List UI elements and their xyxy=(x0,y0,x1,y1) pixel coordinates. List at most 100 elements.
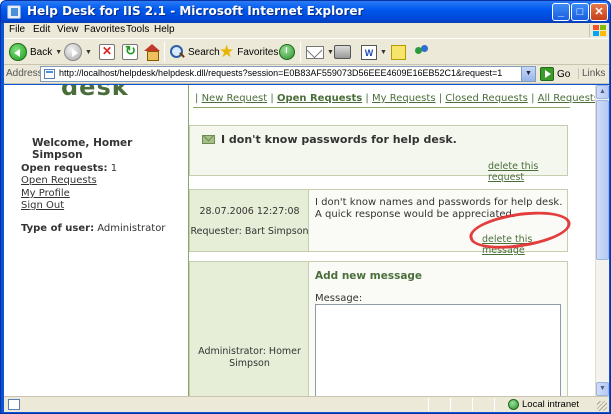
new-message-form: Administrator: Homer Simpson Add new mes… xyxy=(189,261,568,396)
nav-my-requests[interactable]: My Requests xyxy=(372,93,436,104)
menu-tools[interactable]: Tools xyxy=(126,24,149,35)
back-arrow-icon xyxy=(9,43,27,61)
menu-help[interactable]: Help xyxy=(154,24,175,35)
user-type-line: Type of user: Administrator xyxy=(21,223,165,234)
messenger-button[interactable] xyxy=(414,42,430,62)
message-requester: Requester: Bart Simpson xyxy=(190,226,309,237)
home-button[interactable] xyxy=(144,42,160,62)
toolbar: Back ▼ ▼ Search ★ Favorites xyxy=(4,38,609,65)
history-button[interactable] xyxy=(279,42,295,62)
menu-edit[interactable]: Edit xyxy=(33,24,50,35)
open-requests-count-line: Open requests: 1 xyxy=(21,163,117,174)
sidebar-link-sign-out[interactable]: Sign Out xyxy=(21,200,64,211)
forward-dropdown-icon[interactable]: ▼ xyxy=(85,49,92,56)
sidebar-link-my-profile[interactable]: My Profile xyxy=(21,188,70,199)
message-date: 28.07.2006 12:27:08 xyxy=(199,206,300,217)
links-button[interactable]: Links xyxy=(578,68,605,79)
word-edit-icon: W xyxy=(361,44,377,60)
back-label: Back xyxy=(30,46,53,58)
edit-button[interactable]: W ▼ xyxy=(361,42,387,62)
windows-logo-icon xyxy=(589,24,606,37)
nav-open-requests[interactable]: Open Requests xyxy=(277,93,362,104)
print-button[interactable] xyxy=(334,42,351,62)
user-type-label: Type of user: xyxy=(21,223,95,234)
scroll-thumb[interactable] xyxy=(596,100,609,260)
message-text-line: I don't know names and passwords for hel… xyxy=(315,197,563,208)
request-header: I don't know passwords for help desk. de… xyxy=(189,125,568,183)
go-label: Go xyxy=(557,68,571,80)
new-message-title: Add new message xyxy=(315,270,423,282)
address-input[interactable]: http://localhost/helpdesk/helpdesk.dll/r… xyxy=(40,66,536,82)
request-nav: | New Request | Open Requests | My Reque… xyxy=(195,93,595,104)
favorites-label: Favorites xyxy=(237,46,279,58)
close-button[interactable]: ✕ xyxy=(590,3,608,21)
back-dropdown-icon[interactable]: ▼ xyxy=(55,49,62,56)
menu-file[interactable]: File xyxy=(9,24,25,35)
discuss-button[interactable] xyxy=(391,42,406,62)
nav-all-requests[interactable]: All Requests xyxy=(538,93,595,104)
toolbar-separator xyxy=(300,42,301,62)
window-title: Help Desk for IIS 2.1 - Microsoft Intern… xyxy=(27,4,364,18)
favorites-button[interactable]: ★ Favorites xyxy=(219,42,278,62)
menu-favorites[interactable]: Favorites xyxy=(84,24,125,35)
address-label: Address xyxy=(6,68,43,79)
note-icon xyxy=(391,44,406,60)
toolbar-separator xyxy=(164,42,165,62)
go-button[interactable]: Go xyxy=(540,67,570,81)
nav-new-request[interactable]: New Request xyxy=(202,93,268,104)
welcome-text: Welcome, Homer Simpson xyxy=(32,137,133,161)
address-url[interactable]: http://localhost/helpdesk/helpdesk.dll/r… xyxy=(59,68,502,78)
search-icon xyxy=(169,44,185,60)
sidebar: Welcome, Homer Simpson Open requests: 1 … xyxy=(4,85,174,396)
intranet-icon xyxy=(508,399,519,410)
forward-arrow-icon xyxy=(64,43,82,61)
open-requests-count: 1 xyxy=(110,163,118,174)
message-label: Message: xyxy=(315,293,363,304)
messenger-icon xyxy=(414,44,430,60)
stop-button[interactable] xyxy=(99,42,115,62)
forward-button[interactable]: ▼ xyxy=(64,42,92,62)
open-requests-label: Open requests: xyxy=(21,163,108,174)
message-meta: 28.07.2006 12:27:08 Requester: Bart Simp… xyxy=(190,190,309,251)
printer-icon xyxy=(334,45,351,59)
mail-icon xyxy=(306,45,324,59)
new-message-author: Administrator: Homer Simpson xyxy=(198,346,301,369)
menu-view[interactable]: View xyxy=(57,24,79,35)
resize-grip-icon[interactable] xyxy=(597,401,607,411)
ie-page-icon xyxy=(7,5,21,19)
minimize-button[interactable]: _ xyxy=(552,3,570,21)
request-title: I don't know passwords for help desk. xyxy=(221,133,457,146)
mail-dropdown-icon[interactable]: ▼ xyxy=(327,49,334,56)
stop-icon xyxy=(99,44,115,60)
title-bar[interactable]: Help Desk for IIS 2.1 - Microsoft Intern… xyxy=(1,1,610,23)
page-icon xyxy=(44,69,55,79)
nav-divider xyxy=(193,107,570,108)
scroll-down-icon[interactable]: ▼ xyxy=(596,382,609,396)
envelope-icon xyxy=(202,135,215,144)
scroll-up-icon[interactable]: ▲ xyxy=(596,85,609,99)
new-message-meta: Administrator: Homer Simpson xyxy=(190,262,309,396)
mail-button[interactable]: ▼ xyxy=(306,42,334,62)
edit-dropdown-icon[interactable]: ▼ xyxy=(380,49,387,56)
browser-window: Help Desk for IIS 2.1 - Microsoft Intern… xyxy=(0,0,611,414)
user-type-value: Administrator xyxy=(97,223,166,234)
refresh-icon xyxy=(122,43,138,60)
security-zone: Local intranet xyxy=(508,399,579,410)
maximize-button[interactable]: □ xyxy=(571,3,589,21)
back-button[interactable]: Back ▼ xyxy=(9,42,62,62)
page-status-icon xyxy=(8,399,20,410)
search-button[interactable]: Search xyxy=(169,42,220,62)
home-icon xyxy=(144,44,160,61)
sidebar-link-open-requests[interactable]: Open Requests xyxy=(21,175,97,186)
zone-label: Local intranet xyxy=(522,399,580,410)
message-textarea[interactable] xyxy=(315,304,561,396)
favorites-star-icon: ★ xyxy=(219,42,235,61)
status-bar: Local intranet xyxy=(4,396,609,412)
go-arrow-icon xyxy=(540,67,554,81)
refresh-button[interactable] xyxy=(122,42,138,62)
nav-closed-requests[interactable]: Closed Requests xyxy=(445,93,528,104)
address-dropdown-icon[interactable]: ▼ xyxy=(521,67,535,81)
delete-request-link[interactable]: delete this request xyxy=(488,161,567,183)
page-scrollbar[interactable]: ▲ ▼ xyxy=(595,85,609,396)
address-bar: Address http://localhost/helpdesk/helpde… xyxy=(4,65,609,84)
